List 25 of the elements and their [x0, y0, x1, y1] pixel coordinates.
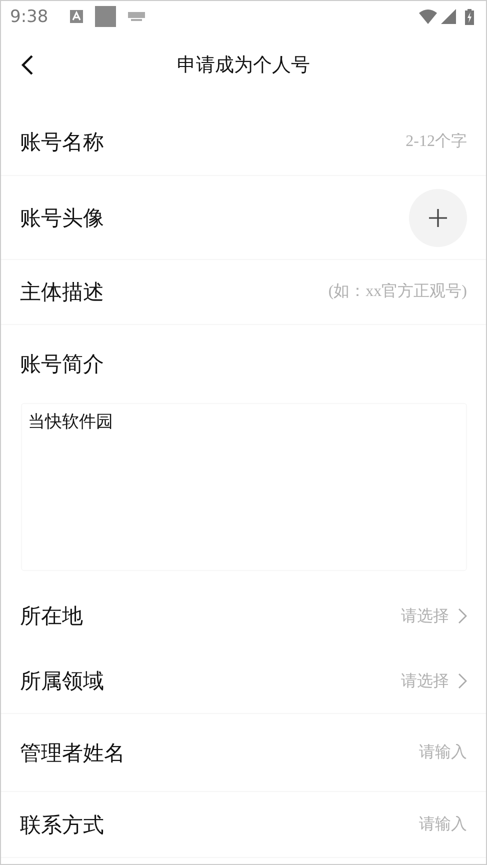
status-time: 9:38 [10, 6, 48, 26]
select-field[interactable]: 请选择 [401, 670, 467, 692]
field-label: 所在地 [20, 603, 83, 630]
select-field[interactable]: 请选择 [401, 606, 467, 626]
chevron-right-icon [458, 673, 467, 689]
input-field[interactable]: 请输入 [247, 816, 467, 834]
field-label: 账号名称 [20, 128, 104, 156]
field-label: 所属领域 [20, 668, 104, 695]
font-app-icon [70, 10, 84, 23]
field-label: 主体描述 [20, 279, 104, 306]
page-title: 申请成为个人号 [177, 54, 310, 78]
chevron-right-icon [458, 608, 467, 624]
plus-icon [429, 208, 447, 226]
field-label: 账号简介 [20, 351, 104, 378]
battery-icon [465, 8, 474, 24]
field-label: 账号头像 [20, 204, 104, 232]
keyboard-icon [128, 12, 146, 21]
back-icon [21, 54, 35, 76]
signal-icon [441, 9, 456, 24]
wifi-icon [419, 9, 437, 24]
input-field[interactable]: 请输入 [247, 744, 467, 762]
field-label: 联系方式 [20, 812, 104, 838]
field-label: 管理者姓名 [20, 740, 125, 766]
text-area[interactable]: 当快软件园 [21, 403, 467, 571]
square-icon [95, 6, 116, 27]
